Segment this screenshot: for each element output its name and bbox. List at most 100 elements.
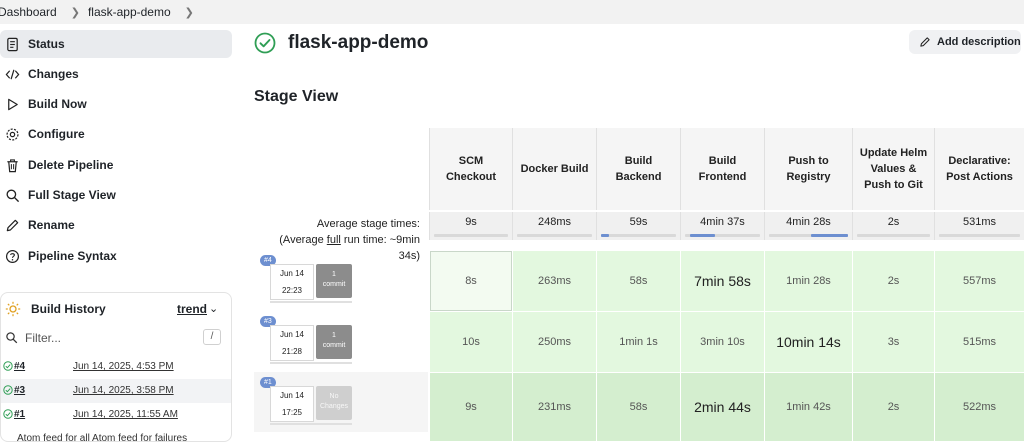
avg-line-2: (Average full run time: ~9min [279, 234, 420, 246]
stage-duration-cell[interactable]: 2min 44s [680, 372, 764, 441]
gear-icon [4, 126, 20, 142]
breadcrumb-dashboard[interactable]: Dashboard [0, 5, 63, 19]
avg-stage-time: 531ms [934, 212, 1024, 240]
stage-duration-cell[interactable]: 7min 58s [680, 250, 764, 311]
document-icon [4, 36, 20, 52]
run-changes[interactable]: No Changes [316, 386, 352, 420]
sidebar-item-label: Changes [28, 67, 79, 81]
stage-header: SCM Checkout [429, 128, 512, 210]
stage-duration-cell[interactable]: 3s [852, 311, 934, 372]
stage-duration-cell[interactable]: 515ms [934, 311, 1024, 372]
stage-duration-cell[interactable]: 1min 28s [764, 250, 852, 311]
stage-duration-cell[interactable]: 1min 1s [596, 311, 680, 372]
run-changes[interactable]: 1 commit [316, 325, 352, 359]
run-date: Jun 14 17:25 [270, 386, 314, 422]
build-number-link[interactable]: #4 [14, 361, 25, 372]
breadcrumb: Dashboard ❯ flask-app-demo ❯ [0, 0, 1024, 24]
stage-header: Update Helm Values & Push to Git [852, 128, 934, 210]
build-history-panel: Build History trend ⌄ Filter... / #4 Jun… [0, 292, 232, 444]
pencil-icon [4, 217, 20, 233]
add-description-label: Add description [937, 36, 1021, 48]
avg-line-1: Average stage times: [316, 218, 420, 230]
sidebar-item-build-now[interactable]: Build Now [0, 90, 232, 118]
sidebar-item-delete-pipeline[interactable]: Delete Pipeline [0, 151, 232, 179]
build-filter-input[interactable]: Filter... [25, 331, 61, 345]
stage-duration-cell[interactable]: 1min 42s [764, 372, 852, 441]
filter-shortcut-hint: / [203, 329, 221, 345]
sidebar-item-label: Delete Pipeline [28, 158, 114, 172]
stage-duration-cell[interactable]: 10min 14s [764, 311, 852, 372]
build-row[interactable]: #4 Jun 14, 2025, 4:53 PM [1, 355, 231, 379]
run-changes[interactable]: 1 commit [316, 264, 352, 298]
stage-duration-cell[interactable]: 58s [596, 372, 680, 441]
sidebar-item-label: Rename [28, 218, 75, 232]
run-row-header[interactable]: #3 Jun 14 21:28 1 commit [254, 311, 428, 371]
run-date: Jun 14 22:23 [270, 264, 314, 300]
breadcrumb-job[interactable]: flask-app-demo [88, 5, 177, 19]
sun-icon [5, 301, 21, 322]
stage-duration-cell[interactable]: 58s [596, 250, 680, 311]
stage-duration-cell[interactable]: 522ms [934, 372, 1024, 441]
code-icon [4, 66, 20, 82]
stage-duration-cell[interactable]: 3min 10s [680, 311, 764, 372]
success-icon [3, 409, 13, 422]
avg-stage-time: 9s [429, 212, 512, 240]
run-row-header[interactable]: #4 Jun 14 22:23 1 commit [254, 250, 428, 310]
search-icon [4, 187, 20, 203]
stage-header: Build Backend [596, 128, 680, 210]
avg-progress-fill [810, 234, 848, 237]
sidebar-item-full-stage-view[interactable]: Full Stage View [0, 181, 232, 209]
stage-header: Build Frontend [680, 128, 764, 210]
stage-header: Declarative: Post Actions [934, 128, 1024, 210]
sidebar-item-label: Pipeline Syntax [28, 249, 117, 263]
full-run-link[interactable]: full [327, 234, 341, 246]
stage-duration-cell[interactable]: 231ms [512, 372, 596, 441]
build-filter[interactable]: Filter... / [1, 327, 231, 349]
stage-duration-cell[interactable]: 10s [429, 311, 512, 372]
build-date-link[interactable]: Jun 14, 2025, 11:55 AM [73, 409, 178, 420]
chevron-down-icon[interactable]: ⌄ [209, 302, 218, 315]
stage-view-title: Stage View [254, 88, 339, 105]
sidebar-item-status[interactable]: Status [0, 30, 232, 58]
search-icon [5, 331, 18, 349]
sidebar-item-configure[interactable]: Configure [0, 120, 232, 148]
sidebar-item-rename[interactable]: Rename [0, 211, 232, 239]
build-history-title: Build History [31, 302, 106, 316]
sidebar-item-changes[interactable]: Changes [0, 60, 232, 88]
build-date-link[interactable]: Jun 14, 2025, 4:53 PM [73, 361, 174, 372]
stage-duration-cell[interactable]: 2s [852, 372, 934, 441]
add-description-button[interactable]: Add description [909, 30, 1021, 54]
sidebar: Status Changes Build Now Configure Delet… [0, 28, 232, 444]
build-row[interactable]: #1 Jun 14, 2025, 11:55 AM [1, 403, 231, 427]
run-row-header[interactable]: #1 Jun 14 17:25 No Changes [254, 372, 428, 432]
atom-feed-links[interactable]: Atom feed for all Atom feed for failures [17, 433, 187, 444]
page-title: flask-app-demo [288, 32, 429, 53]
play-icon [4, 96, 20, 112]
trend-link[interactable]: trend [177, 302, 207, 316]
avg-stage-time: 4min 28s [764, 212, 852, 240]
build-row[interactable]: #3 Jun 14, 2025, 3:58 PM [1, 379, 231, 403]
avg-progress-fill [601, 234, 609, 237]
avg-stage-time: 59s [596, 212, 680, 240]
stage-duration-cell[interactable]: 263ms [512, 250, 596, 311]
stage-duration-cell[interactable]: 2s [852, 250, 934, 311]
build-number-link[interactable]: #3 [14, 385, 25, 396]
trash-icon [4, 157, 20, 173]
success-status-icon [254, 32, 276, 54]
pencil-icon [920, 37, 930, 47]
sidebar-item-label: Configure [28, 127, 85, 141]
avg-stage-time: 248ms [512, 212, 596, 240]
run-date: Jun 14 21:28 [270, 325, 314, 361]
build-number-link[interactable]: #1 [14, 409, 25, 420]
stage-duration-cell[interactable]: 250ms [512, 311, 596, 372]
chevron-right-icon[interactable]: ❯ [177, 6, 202, 19]
success-icon [3, 385, 13, 398]
help-icon [4, 248, 20, 264]
sidebar-item-pipeline-syntax[interactable]: Pipeline Syntax [0, 242, 232, 270]
avg-progress-fill [689, 234, 715, 237]
stage-duration-cell[interactable]: 9s [429, 372, 512, 441]
stage-duration-cell[interactable]: 8s [429, 250, 512, 311]
chevron-right-icon: ❯ [70, 6, 80, 19]
stage-duration-cell[interactable]: 557ms [934, 250, 1024, 311]
build-date-link[interactable]: Jun 14, 2025, 3:58 PM [73, 385, 174, 396]
